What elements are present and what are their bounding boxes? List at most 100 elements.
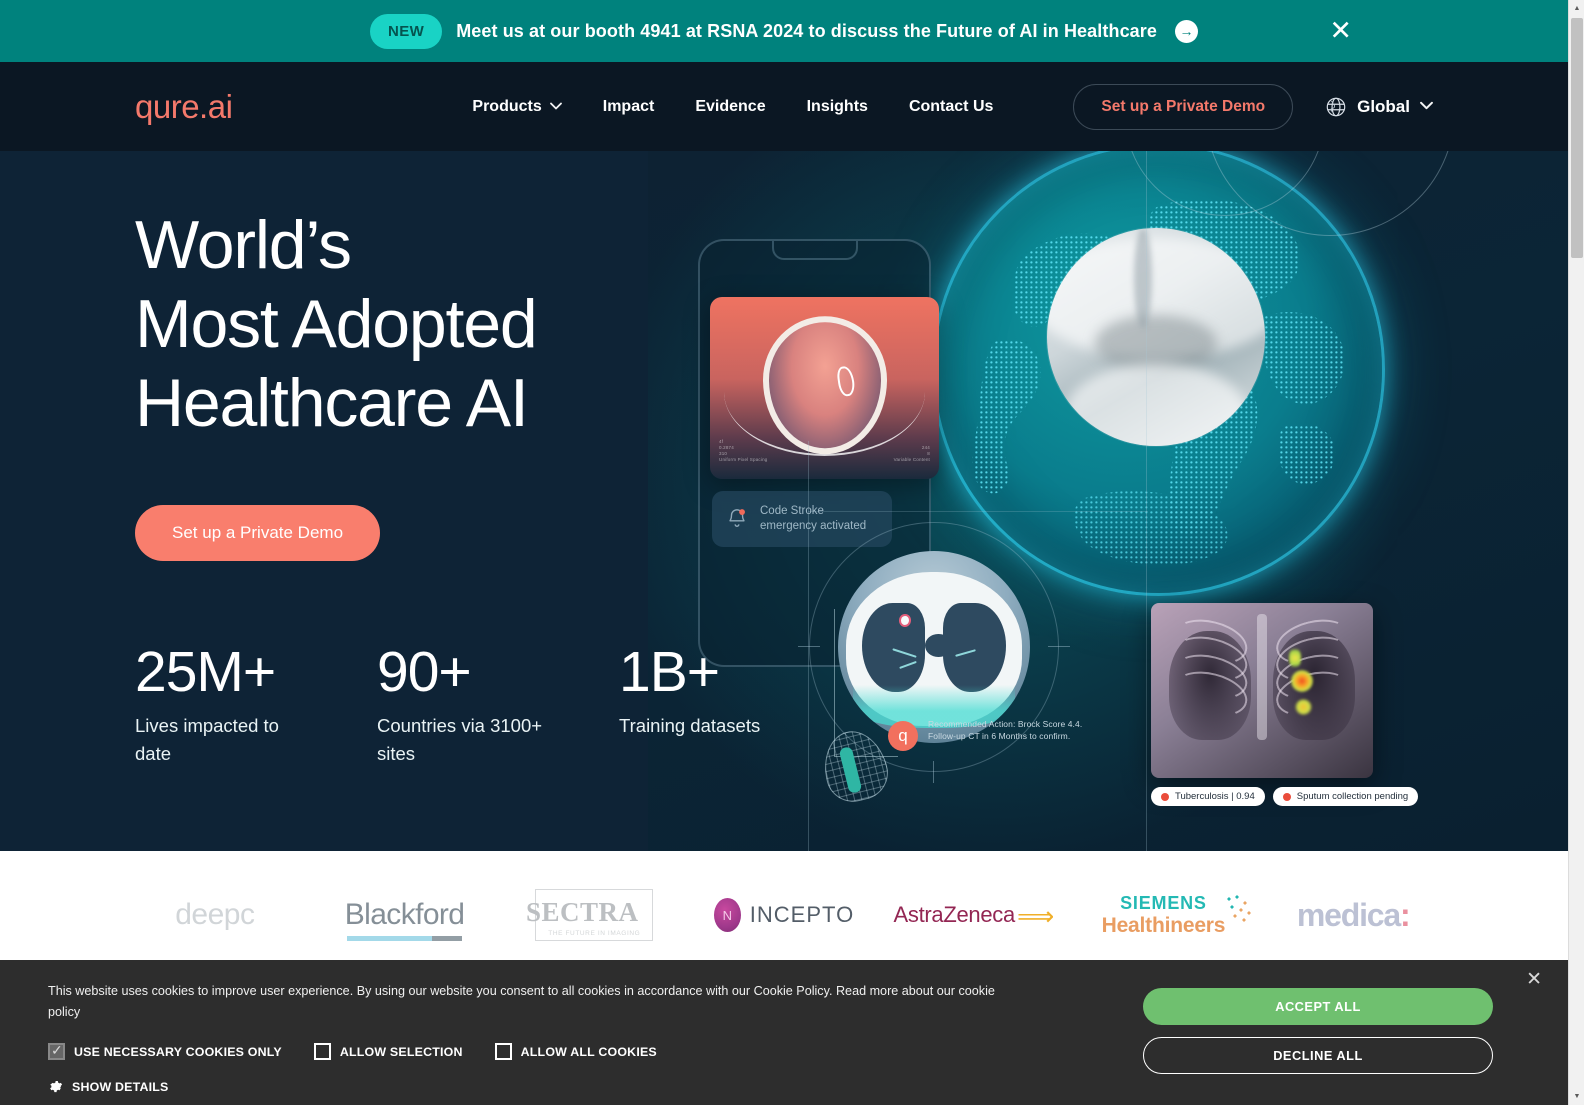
- browser-page: NEW Meet us at our booth 4941 at RSNA 20…: [0, 0, 1584, 1105]
- stat-value: 90+: [377, 640, 472, 704]
- partner-logo-astrazeneca[interactable]: AstraZeneca ⟹: [879, 900, 1069, 931]
- siemens-healthineers-logo: SIEMENS Healthineers: [1102, 892, 1256, 938]
- recommendation-text: Recommended Action: Brock Score 4.4. Fol…: [928, 719, 1083, 741]
- sectra-name: SECTRA: [526, 897, 639, 927]
- announcement-bar: NEW Meet us at our booth 4941 at RSNA 20…: [0, 0, 1568, 62]
- option-label: ALLOW ALL COOKIES: [520, 1044, 657, 1059]
- stat-countries: 90+ Countries via 3100+ sites: [377, 640, 552, 768]
- chest-xray-card: [1151, 603, 1373, 778]
- scroll-down-arrow-icon[interactable]: ▼: [1569, 1088, 1584, 1105]
- sectra-tagline: THE FUTURE IN IMAGING: [548, 930, 641, 937]
- tag-tuberculosis: Tuberculosis | 0.94: [1151, 787, 1265, 806]
- astrazeneca-name: AstraZeneca: [893, 902, 1016, 927]
- cookie-options: USE NECESSARY COOKIES ONLY ALLOW SELECTI…: [48, 1042, 657, 1060]
- checkbox-necessary[interactable]: [48, 1042, 65, 1060]
- close-icon[interactable]: ✕: [1329, 17, 1352, 45]
- nav-label: Products: [472, 97, 542, 115]
- partner-logo-siemens[interactable]: SIEMENS Healthineers: [1069, 893, 1259, 938]
- hero-content: World’s Most Adopted Healthcare AI Set u…: [135, 206, 760, 768]
- main-navbar: qure.ai Products Impact Evidence Insight…: [0, 62, 1568, 151]
- show-details-toggle[interactable]: SHOW DETAILS: [48, 1079, 168, 1094]
- xray-hotspot-2: [1290, 669, 1313, 692]
- option-label: ALLOW SELECTION: [339, 1044, 463, 1059]
- blackford-logo: Blackford: [344, 898, 465, 941]
- option-allow-all-cookies[interactable]: ALLOW ALL COOKIES: [494, 1043, 657, 1060]
- arrow-right-icon[interactable]: →: [1175, 19, 1199, 43]
- partner-logo-deepc[interactable]: deepc: [120, 898, 310, 932]
- siemens-dots-icon: [1225, 894, 1256, 925]
- stat-lives-impacted: 25M+ Lives impacted to date: [135, 640, 310, 768]
- scan-metadata-right: 244 8 Variable Content: [893, 445, 930, 462]
- stat-label: Countries via 3100+ sites: [377, 714, 543, 764]
- region-label: Global: [1357, 96, 1410, 116]
- partner-logo-incepto[interactable]: N INCEPTO: [689, 898, 879, 932]
- cookie-action-buttons: ACCEPT ALL DECLINE ALL: [1143, 988, 1493, 1074]
- tag-sputum: Sputum collection pending: [1272, 787, 1419, 806]
- incepto-name: INCEPTO: [749, 902, 855, 927]
- status-dot-icon: [1161, 792, 1169, 801]
- stat-value: 1B+: [619, 640, 720, 704]
- region-selector[interactable]: Global: [1325, 96, 1433, 118]
- checkbox-allow-selection[interactable]: [313, 1043, 331, 1060]
- deepc-logo: deepc: [175, 898, 255, 931]
- show-details-label: SHOW DETAILS: [72, 1079, 169, 1094]
- stat-label: Training datasets: [619, 714, 761, 736]
- globe-graphic: [932, 151, 1455, 596]
- option-necessary-cookies-only[interactable]: USE NECESSARY COOKIES ONLY: [48, 1042, 282, 1060]
- qure-logo[interactable]: qure.ai: [135, 88, 233, 126]
- option-label: USE NECESSARY COOKIES ONLY: [74, 1044, 282, 1059]
- lung-tick-left: [798, 646, 820, 647]
- partner-logo-blackford[interactable]: Blackford: [310, 898, 500, 941]
- nav-item-evidence[interactable]: Evidence: [695, 98, 765, 116]
- lung-tick-bottom: [933, 761, 934, 783]
- cookie-close-icon[interactable]: ✕: [1526, 970, 1542, 989]
- new-badge: NEW: [369, 13, 443, 49]
- option-allow-selection[interactable]: ALLOW SELECTION: [313, 1043, 463, 1060]
- headline-line-1: World’s: [135, 207, 352, 283]
- xray-finding-tags: Tuberculosis | 0.94 Sputum collection pe…: [1151, 787, 1419, 806]
- medica-name: medica: [1296, 896, 1401, 933]
- partner-logo-sectra[interactable]: SECTRA THE FUTURE IN IMAGING: [499, 889, 689, 941]
- siemens-name: SIEMENS: [1120, 892, 1207, 913]
- tag-label: Tuberculosis | 0.94: [1175, 791, 1255, 802]
- nav-item-insights[interactable]: Insights: [807, 98, 868, 116]
- doctor-photo: [1047, 228, 1265, 446]
- hero-demo-button[interactable]: Set up a Private Demo: [135, 505, 381, 561]
- accept-all-button[interactable]: ACCEPT ALL: [1143, 988, 1493, 1025]
- nav-item-contact-us[interactable]: Contact Us: [909, 98, 993, 116]
- lung-tick-right: [1048, 646, 1070, 647]
- page-title: World’s Most Adopted Healthcare AI: [135, 206, 760, 443]
- lung-nodule-annotation: [898, 613, 911, 627]
- navbar-right: Set up a Private Demo Global: [1073, 83, 1433, 130]
- decline-all-button[interactable]: DECLINE ALL: [1143, 1037, 1493, 1074]
- partner-logo-medica[interactable]: medica:: [1258, 897, 1448, 934]
- sectra-logo: SECTRA THE FUTURE IN IMAGING: [526, 889, 654, 941]
- qure-badge-icon: q: [888, 721, 918, 751]
- cookie-consent-banner: This website uses cookies to improve use…: [0, 960, 1568, 1105]
- headline-line-3: Healthcare AI: [135, 365, 529, 441]
- astrazeneca-logo: AstraZeneca ⟹: [893, 900, 1055, 931]
- recommendation-callout: q Recommended Action: Brock Score 4.4. F…: [888, 719, 1108, 751]
- incepto-mark-icon: N: [713, 898, 741, 932]
- nav-demo-button[interactable]: Set up a Private Demo: [1073, 83, 1294, 130]
- phone-notch: [771, 241, 858, 260]
- scrollbar-thumb[interactable]: [1571, 18, 1583, 258]
- announcement-content[interactable]: NEW Meet us at our booth 4941 at RSNA 20…: [369, 13, 1199, 49]
- hero-stats: 25M+ Lives impacted to date 90+ Countrie…: [135, 640, 761, 768]
- incepto-logo: N INCEPTO: [713, 898, 855, 932]
- nav-item-products[interactable]: Products: [472, 97, 562, 116]
- astrazeneca-mark-icon: ⟹: [1016, 900, 1054, 931]
- page-viewport: NEW Meet us at our booth 4941 at RSNA 20…: [0, 0, 1568, 1105]
- mediastinum: [925, 633, 952, 657]
- page-scrollbar[interactable]: ▲ ▼: [1568, 0, 1584, 1105]
- nav-item-impact[interactable]: Impact: [603, 98, 655, 116]
- checkbox-allow-all[interactable]: [494, 1043, 512, 1060]
- medica-accent: :: [1399, 896, 1411, 933]
- headline-line-2: Most Adopted: [135, 286, 538, 362]
- connector-line-horizontal-a: [808, 511, 1148, 512]
- stat-value: 25M+: [135, 640, 276, 704]
- stat-label: Lives impacted to date: [135, 714, 279, 764]
- scroll-up-arrow-icon[interactable]: ▲: [1569, 0, 1584, 17]
- globe-icon: [1325, 96, 1347, 118]
- status-dot-icon: [1282, 792, 1291, 801]
